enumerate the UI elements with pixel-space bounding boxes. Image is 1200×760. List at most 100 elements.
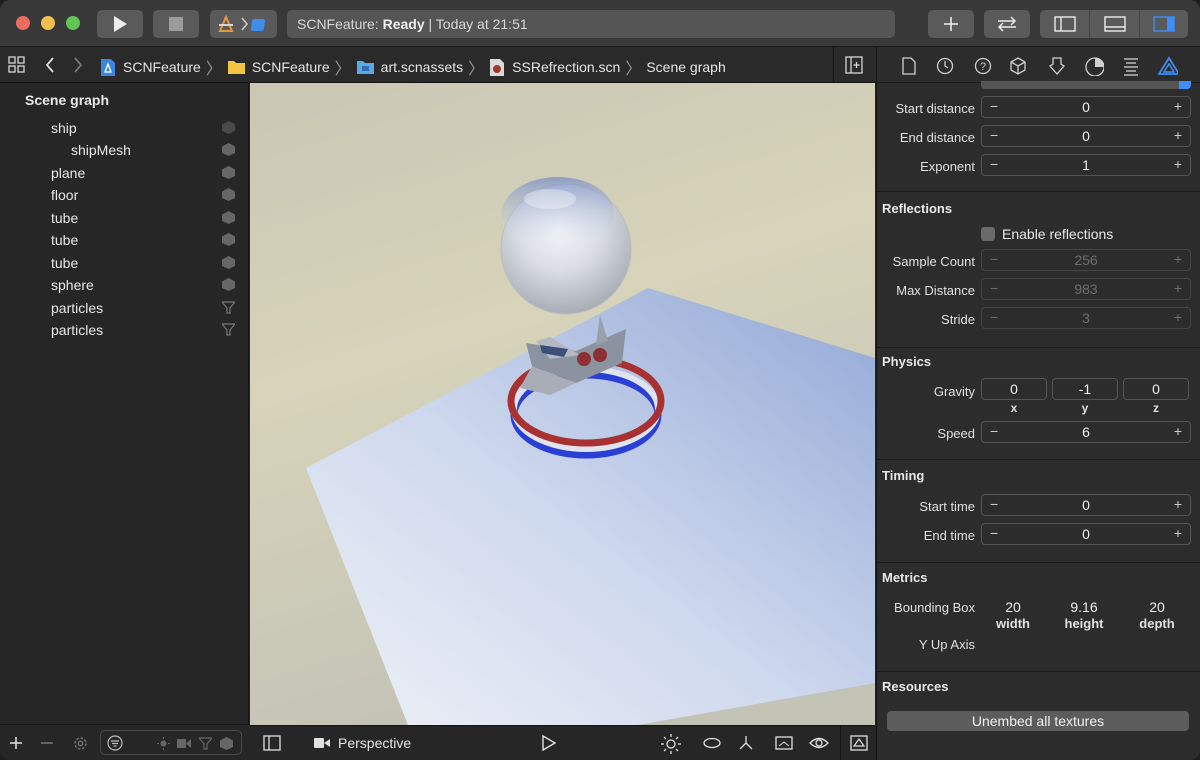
increment-icon: + (1173, 309, 1182, 325)
eye-icon[interactable] (809, 735, 829, 751)
light-filter-icon[interactable] (157, 737, 170, 750)
tree-node-particles[interactable]: particles (0, 297, 249, 319)
fog-mode-popup[interactable] (981, 81, 1191, 89)
speed-value[interactable]: 6 (982, 424, 1190, 440)
tree-node-tube[interactable]: tube (0, 207, 249, 229)
filter-field[interactable] (100, 730, 242, 755)
remove-node-icon[interactable] (40, 736, 54, 750)
section-divider (877, 347, 1200, 348)
history-clock-icon[interactable] (935, 56, 955, 76)
breadcrumb-assets-folder[interactable]: art.scnassets 〉 (356, 55, 490, 79)
camera-filter-icon[interactable] (177, 738, 191, 749)
play-animation-icon[interactable] (542, 735, 556, 751)
library-button[interactable] (928, 10, 974, 38)
physics-lines-icon[interactable] (1121, 56, 1141, 76)
gravity-x-field[interactable]: 0 (981, 378, 1047, 400)
toggle-debug-area-button[interactable] (1089, 10, 1139, 38)
section-divider (877, 191, 1200, 192)
enable-reflections-label[interactable]: Enable reflections (1002, 226, 1113, 242)
tree-node-particles[interactable]: particles (0, 319, 249, 341)
axis-gizmo-icon[interactable] (738, 735, 754, 751)
help-question-icon[interactable]: ? (973, 56, 993, 76)
geometry-filter-icon[interactable] (220, 737, 233, 750)
close-window-button[interactable] (16, 16, 30, 30)
end-time-value[interactable]: 0 (982, 526, 1190, 542)
stop-button[interactable] (153, 10, 199, 38)
start-time-value[interactable]: 0 (982, 497, 1190, 513)
increment-icon[interactable]: + (1174, 127, 1182, 143)
toggle-inspector-button[interactable] (1139, 10, 1188, 38)
add-editor-button[interactable] (845, 56, 863, 77)
max-distance-stepper[interactable]: − 983 + (981, 278, 1191, 300)
tree-node-sphere[interactable]: sphere (0, 274, 249, 296)
toggle-scene-graph-icon[interactable] (263, 735, 281, 751)
breadcrumb-separator-icon: 〉 (205, 61, 222, 78)
material-sphere-icon[interactable] (1084, 56, 1104, 76)
gear-icon[interactable] (72, 735, 89, 752)
particle-filter-icon[interactable] (199, 737, 212, 750)
activity-status-bar: SCNFeature: Ready | Today at 21:51 (287, 10, 895, 38)
back-button[interactable] (44, 56, 56, 77)
breadcrumb-group[interactable]: SCNFeature 〉 (227, 55, 356, 79)
timing-section-title: Timing (882, 468, 925, 483)
start-distance-value[interactable]: 0 (982, 99, 1190, 115)
increment-icon[interactable]: + (1174, 98, 1182, 114)
end-time-stepper[interactable]: − 0 + (981, 523, 1191, 545)
lighting-icon[interactable] (661, 734, 681, 754)
speed-stepper[interactable]: − 6 + (981, 421, 1191, 443)
node-inspector-cube-icon[interactable] (1008, 56, 1028, 76)
increment-icon[interactable]: + (1174, 496, 1182, 512)
unembed-textures-button[interactable]: Unembed all textures (887, 711, 1189, 731)
forward-button[interactable] (72, 56, 84, 77)
related-items-button[interactable] (8, 56, 26, 77)
tree-node-tube[interactable]: tube (0, 229, 249, 251)
exponent-stepper[interactable]: − 1 + (981, 154, 1191, 176)
breadcrumb-project[interactable]: SCNFeature 〉 (100, 55, 227, 79)
run-button[interactable] (97, 10, 143, 38)
sample-count-stepper[interactable]: − 256 + (981, 249, 1191, 271)
node-cube-icon (222, 188, 235, 201)
minimize-window-button[interactable] (41, 16, 55, 30)
start-distance-stepper[interactable]: − 0 + (981, 96, 1191, 118)
file-inspector-icon[interactable] (899, 56, 919, 76)
scheme-selector[interactable] (210, 10, 277, 38)
increment-icon[interactable]: + (1174, 423, 1182, 439)
breadcrumb-scene-file[interactable]: SSRefrection.scn 〉 (489, 55, 646, 79)
inspector-tabs: ? (877, 47, 1200, 83)
toggle-navigator-button[interactable] (1040, 10, 1089, 38)
scene-inspector-triangle-icon[interactable] (1158, 56, 1178, 76)
section-divider (877, 562, 1200, 563)
enable-reflections-checkbox[interactable] (981, 227, 995, 241)
code-review-button[interactable] (984, 10, 1030, 38)
tree-node-plane[interactable]: plane (0, 162, 249, 184)
tree-node-shipmesh[interactable]: shipMesh (0, 139, 249, 161)
orbit-icon[interactable] (703, 737, 721, 749)
start-time-stepper[interactable]: − 0 + (981, 494, 1191, 516)
scene-viewport[interactable] (250, 83, 875, 725)
zoom-window-button[interactable] (66, 16, 80, 30)
add-node-icon[interactable] (9, 736, 23, 750)
scene-graph-navigator: Scene graph ship shipMesh plane floor tu… (0, 83, 249, 760)
tree-node-tube[interactable]: tube (0, 252, 249, 274)
camera-selector[interactable]: Perspective (314, 735, 411, 751)
increment-icon: + (1173, 280, 1182, 296)
xcode-window: SCNFeature: Ready | Today at 21:51 SCNFe… (0, 0, 1200, 760)
end-distance-value[interactable]: 0 (982, 128, 1190, 144)
breadcrumb-separator-icon: 〉 (625, 61, 642, 78)
breadcrumb-label: Scene graph (646, 59, 726, 75)
svg-text:?: ? (980, 61, 986, 73)
breadcrumb-scene-graph[interactable]: Scene graph (646, 59, 725, 75)
tree-node-floor[interactable]: floor (0, 184, 249, 206)
gravity-z-field[interactable]: 0 (1123, 378, 1189, 400)
exponent-value[interactable]: 1 (982, 157, 1190, 173)
gravity-y-field[interactable]: -1 (1052, 378, 1118, 400)
scene-editor-panel-icon[interactable] (850, 735, 868, 751)
increment-icon[interactable]: + (1174, 525, 1182, 541)
attributes-shield-icon[interactable] (1047, 56, 1067, 76)
stride-stepper[interactable]: − 3 + (981, 307, 1191, 329)
tree-node-ship[interactable]: ship (0, 117, 249, 139)
end-distance-stepper[interactable]: − 0 + (981, 125, 1191, 147)
increment-icon[interactable]: + (1174, 156, 1182, 172)
frame-view-icon[interactable] (775, 735, 793, 751)
bbox-depth-label: depth (1139, 616, 1175, 631)
